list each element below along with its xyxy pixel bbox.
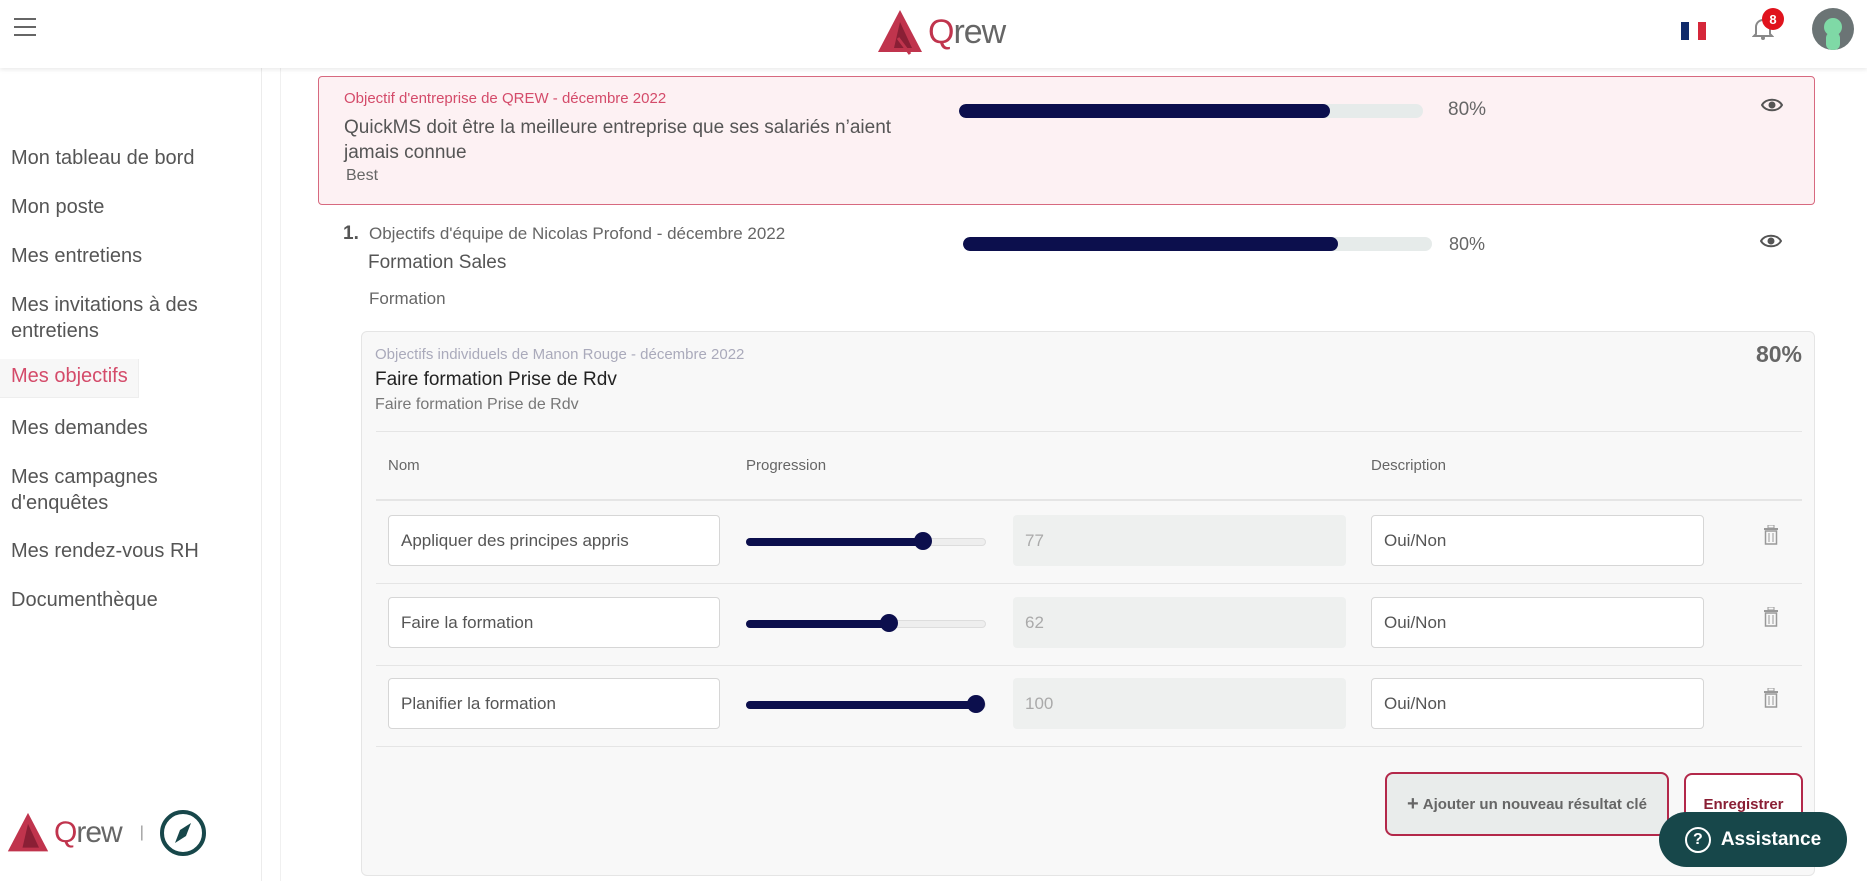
eye-icon[interactable] (1761, 97, 1783, 113)
divider (376, 431, 1802, 432)
key-result-name-input[interactable]: Appliquer des principes appris (388, 515, 720, 566)
team-objective-meta: Objectifs d'équipe de Nicolas Profond - … (369, 224, 786, 243)
key-result-progress-slider[interactable] (746, 691, 986, 717)
key-result-value-field[interactable]: 77 (1013, 515, 1346, 566)
french-flag-icon[interactable] (1681, 22, 1706, 40)
key-result-value-field[interactable]: 62 (1013, 597, 1346, 648)
brand-rest: rew (953, 12, 1006, 51)
team-progress-bar (963, 237, 1432, 251)
slider-fill (746, 701, 976, 709)
team-objective-index: 1. (343, 223, 359, 244)
slider-fill (746, 538, 924, 546)
team-objective-title: Formation Sales (368, 252, 507, 273)
divider (376, 746, 1802, 747)
hamburger-menu-icon[interactable] (14, 18, 36, 36)
key-result-progress-slider[interactable] (746, 528, 986, 554)
sidebar-item-objectives[interactable]: Mes objectifs (0, 359, 139, 398)
brand-q: Q (928, 12, 954, 51)
key-result-name-input[interactable]: Faire la formation (388, 597, 720, 648)
sidebar-item-document-library[interactable]: Documenthèque (11, 587, 158, 613)
sidebar-item-dashboard[interactable]: Mon tableau de bord (11, 145, 194, 171)
divider (376, 583, 1802, 584)
company-objective-description: Best (346, 167, 379, 184)
footer-logo: Qrew | (6, 808, 208, 858)
separator: | (139, 824, 144, 841)
trash-icon[interactable] (1763, 688, 1779, 708)
individual-objective-meta: Objectifs individuels de Manon Rouge - d… (375, 346, 745, 363)
slider-thumb[interactable] (879, 614, 898, 632)
team-progress-label: 80% (1449, 234, 1486, 254)
slider-thumb[interactable] (967, 695, 985, 713)
key-result-description-input[interactable]: Oui/Non (1371, 597, 1704, 648)
key-result-value-field[interactable]: 100 (1013, 678, 1346, 729)
trash-icon[interactable] (1763, 607, 1779, 627)
individual-objective-description: Faire formation Prise de Rdv (375, 396, 579, 413)
slider-fill (746, 620, 889, 628)
column-header-progress: Progression (746, 457, 827, 474)
company-objective-card: Objectif d'entreprise de QREW - décembre… (318, 76, 1815, 205)
company-objective-meta: Objectif d'entreprise de QREW - décembre… (344, 90, 667, 107)
sidebar-item-surveys[interactable]: Mes campagnes d'enquêtes (11, 464, 201, 516)
brand-logo[interactable]: Qrew (876, 8, 1006, 56)
company-progress-label: 80% (1448, 99, 1487, 120)
sidebar: Mon tableau de bord Mon poste Mes entret… (0, 68, 262, 881)
slider-thumb[interactable] (914, 532, 933, 550)
trash-icon[interactable] (1763, 525, 1779, 545)
notification-badge: 8 (1762, 8, 1784, 30)
sidebar-item-interview-invitations[interactable]: Mes invitations à des entretiens (11, 292, 211, 344)
help-icon: ? (1684, 826, 1711, 853)
sidebar-item-hr-appointments[interactable]: Mes rendez-vous RH (11, 538, 199, 564)
company-objective-title: QuickMS doit être la meilleure entrepris… (344, 117, 892, 163)
progress-fill (959, 104, 1331, 118)
key-result-name-input[interactable]: Planifier la formation (388, 678, 720, 729)
eye-icon[interactable] (1760, 233, 1782, 249)
progress-fill (963, 237, 1339, 251)
column-header-description: Description (1371, 457, 1447, 474)
user-avatar[interactable] (1812, 8, 1854, 50)
individual-objective-title: Faire formation Prise de Rdv (375, 369, 617, 390)
divider (376, 499, 1802, 501)
divider (376, 665, 1802, 666)
column-header-name: Nom (388, 457, 420, 474)
individual-objective-card: Objectifs individuels de Manon Rouge - d… (361, 331, 1815, 876)
logo-triangle-icon (878, 10, 922, 55)
top-header: Qrew 8 (0, 0, 1867, 68)
assistance-label: Assistance (1720, 828, 1822, 850)
brand-rest: rew (76, 816, 122, 849)
logo-triangle-icon (7, 812, 49, 852)
plus-icon: + (1407, 792, 1419, 815)
sidebar-item-requests[interactable]: Mes demandes (11, 415, 148, 441)
sidebar-item-interviews[interactable]: Mes entretiens (11, 243, 142, 269)
key-result-description-input[interactable]: Oui/Non (1371, 678, 1704, 729)
notifications-button[interactable]: 8 (1751, 8, 1784, 46)
key-result-description-input[interactable]: Oui/Non (1371, 515, 1704, 566)
key-result-progress-slider[interactable] (746, 610, 986, 636)
assistance-button[interactable]: ? Assistance (1659, 812, 1847, 867)
brand-q: Q (54, 816, 77, 849)
sidebar-item-position[interactable]: Mon poste (11, 194, 104, 220)
individual-progress-label: 80% (1755, 341, 1802, 367)
company-progress-bar (959, 104, 1423, 118)
compass-icon (159, 810, 206, 856)
team-objective-description: Formation (369, 289, 446, 308)
add-key-result-button[interactable]: + Ajouter un nouveau résultat clé (1385, 772, 1669, 836)
add-key-result-label: Ajouter un nouveau résultat clé (1422, 795, 1647, 813)
